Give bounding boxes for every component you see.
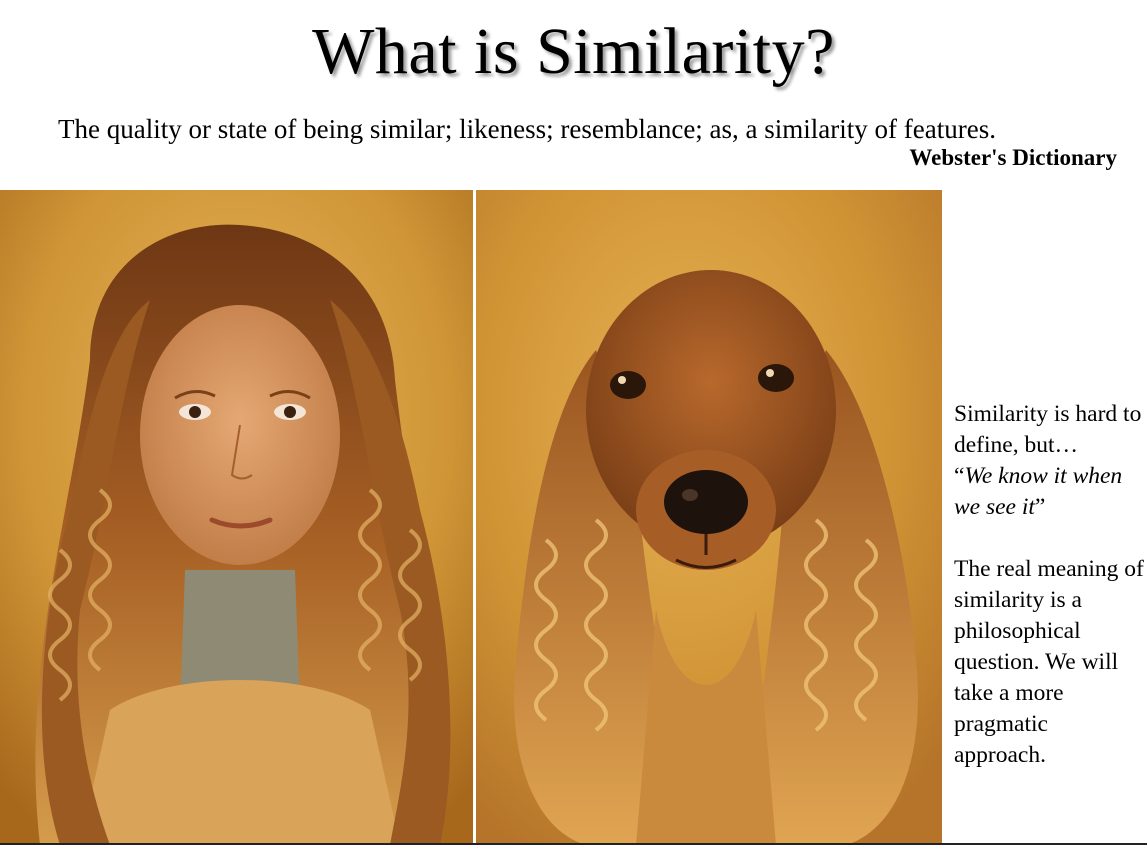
- sidebar-paragraph-2: The real meaning of similarity is a phil…: [954, 556, 1144, 768]
- quote-open-mark: “: [954, 463, 965, 489]
- sidebar-quote: “We know it when we see it”: [954, 461, 1144, 523]
- sidebar-line-1: Similarity is hard to define, but…: [954, 401, 1142, 458]
- slide-title: What is Similarity?: [312, 15, 835, 88]
- definition-text: The quality or state of being similar; l…: [58, 114, 996, 144]
- definition-source: Webster's Dictionary: [909, 145, 1117, 170]
- woman-photo: [0, 190, 473, 845]
- sidebar-commentary: Similarity is hard to define, but… “We k…: [954, 399, 1144, 771]
- quote-close-mark: ”: [1034, 494, 1046, 520]
- dog-photo: [476, 190, 942, 845]
